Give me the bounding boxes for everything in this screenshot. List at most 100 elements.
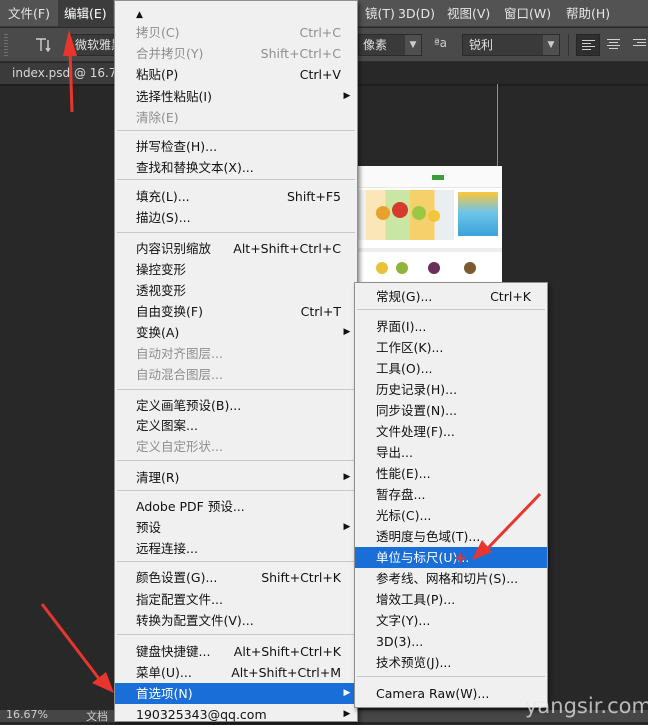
preferences-menu-item[interactable]: 参考线、网格和切片(S)... (355, 568, 547, 589)
align-center-icon[interactable] (602, 34, 626, 56)
menu-item-label: 清理(R) (136, 470, 180, 485)
menu-separator (117, 389, 355, 390)
font-family-select[interactable]: 微软雅黑 (68, 34, 116, 56)
edit-menu-item[interactable]: 首选项(N) ▶ (115, 683, 357, 704)
edit-menu-item[interactable]: 颜色设置(G)... Shift+Ctrl+K (115, 567, 357, 588)
preferences-menu-item[interactable]: 增效工具(P)... (355, 589, 547, 610)
preferences-menu-item[interactable]: 工具(O)... (355, 358, 547, 379)
menu-item-label: 暂存盘... (376, 487, 426, 502)
edit-menu-item[interactable]: 定义画笔预设(B)... (115, 395, 357, 416)
preferences-menu-item[interactable]: 常规(G)... Ctrl+K (355, 286, 547, 307)
edit-menu-item[interactable]: 操控变形 (115, 259, 357, 280)
menu-item-label: 转换为配置文件(V)... (136, 613, 254, 628)
edit-menu-item[interactable]: 键盘快捷键... Alt+Shift+Ctrl+K (115, 641, 357, 662)
menu-item-label: 定义自定形状... (136, 439, 223, 454)
watermark: yangsir.com (525, 694, 648, 718)
edit-menu-item[interactable]: 指定配置文件... (115, 589, 357, 610)
menu-item-label: ▲ (136, 10, 143, 20)
anti-alias-select[interactable]: 锐利 ▼ (462, 34, 560, 56)
divider (568, 34, 569, 56)
edit-menu-item[interactable]: 拼写检查(H)... (115, 136, 357, 157)
menu-item-label: 颜色设置(G)... (136, 570, 218, 585)
edit-menu-item[interactable]: 定义图案... (115, 415, 357, 436)
edit-menu-item[interactable]: 选择性粘贴(I) ▶ (115, 86, 357, 107)
menu-separator (117, 179, 355, 180)
menu-separator (357, 309, 545, 310)
edit-menu-item[interactable]: 内容识别缩放 Alt+Shift+Ctrl+C (115, 238, 357, 259)
menu-item-label: 常规(G)... (376, 289, 433, 304)
menu-item-label: 透明度与色域(T)... (376, 529, 481, 544)
edit-menu-item[interactable]: 变换(A) ▶ (115, 322, 357, 343)
menu-item-label: 查找和替换文本(X)... (136, 160, 254, 175)
edit-menu-item[interactable]: Adobe PDF 预设... (115, 496, 357, 517)
preferences-menu-item[interactable]: 单位与标尺(U)... (355, 547, 547, 568)
menu-shortcut: Alt+Shift+Ctrl+C (233, 241, 341, 256)
preferences-menu-item[interactable]: 技术预览(J)... (355, 652, 547, 673)
preferences-menu-item[interactable]: 工作区(K)... (355, 337, 547, 358)
edit-menu-item[interactable]: 菜单(U)... Alt+Shift+Ctrl+M (115, 662, 357, 683)
menu-shortcut: Ctrl+K (490, 289, 531, 304)
menu-item-label: 导出... (376, 445, 413, 460)
menu-3d[interactable]: 3D(D) (392, 0, 441, 27)
menu-separator (117, 561, 355, 562)
preferences-menu-item[interactable]: 性能(E)... (355, 463, 547, 484)
edit-menu-item[interactable]: 描边(S)... (115, 207, 357, 228)
menu-file[interactable]: 文件(F) (2, 0, 56, 27)
font-size-select[interactable]: 像素 ▼ (358, 34, 422, 56)
menu-separator (117, 130, 355, 131)
fruit-image (392, 202, 408, 218)
menu-item-label: 历史记录(H)... (376, 382, 458, 397)
menu-item-label: 指定配置文件... (136, 592, 223, 607)
menu-item-label: 填充(L)... (136, 189, 190, 204)
preferences-menu-item[interactable]: Camera Raw(W)... (355, 683, 547, 704)
preferences-menu-item[interactable]: 导出... (355, 442, 547, 463)
document-tab[interactable]: index.psd @ 16.7% (0, 63, 120, 84)
preferences-menu-item[interactable]: 3D(3)... (355, 631, 547, 652)
menu-edit[interactable]: 编辑(E) (58, 0, 113, 27)
product-row-thumb (356, 248, 502, 252)
edit-menu-item: 定义自定形状... (115, 436, 357, 457)
preferences-menu-item[interactable]: 文字(Y)... (355, 610, 547, 631)
menu-item-label: 自动对齐图层... (136, 346, 223, 361)
menu-item-label: 合并拷贝(Y) (136, 46, 204, 61)
edit-menu-item[interactable]: 转换为配置文件(V)... (115, 610, 357, 631)
zoom-level[interactable]: 16.67% (6, 708, 48, 721)
menu-view[interactable]: 视图(V) (441, 0, 496, 27)
edit-menu-item[interactable]: ▲ (115, 2, 357, 23)
menu-shortcut: Alt+Shift+Ctrl+M (231, 665, 341, 680)
menu-item-label: 拼写检查(H)... (136, 139, 218, 154)
preferences-menu-item[interactable]: 暂存盘... (355, 484, 547, 505)
preferences-menu-item[interactable]: 光标(C)... (355, 505, 547, 526)
menu-item-label: Adobe PDF 预设... (136, 499, 245, 514)
menu-window[interactable]: 窗口(W) (498, 0, 557, 27)
edit-menu-item[interactable]: 预设 ▶ (115, 517, 357, 538)
align-right-icon[interactable] (628, 34, 648, 56)
preferences-menu-item[interactable]: 透明度与色域(T)... (355, 526, 547, 547)
preferences-menu-item[interactable]: 历史记录(H)... (355, 379, 547, 400)
align-left-icon[interactable] (576, 34, 600, 56)
edit-menu-item: 拷贝(C) Ctrl+C (115, 22, 357, 43)
font-size-value: 像素 (363, 38, 388, 52)
menu-item-label: 界面(I)... (376, 319, 427, 334)
edit-menu-item[interactable]: 远程连接... (115, 538, 357, 559)
edit-menu-item[interactable]: 自由变换(F) Ctrl+T (115, 301, 357, 322)
menu-item-label: 操控变形 (136, 262, 187, 277)
side-banner-thumb (458, 192, 498, 236)
edit-menu-item[interactable]: 查找和替换文本(X)... (115, 157, 357, 178)
preferences-menu-item[interactable]: 界面(I)... (355, 316, 547, 337)
preferences-menu-item[interactable]: 同步设置(N)... (355, 400, 547, 421)
edit-menu-item[interactable]: 清理(R) ▶ (115, 467, 357, 488)
submenu-arrow-icon: ▶ (343, 91, 351, 101)
preferences-menu-item[interactable]: 文件处理(F)... (355, 421, 547, 442)
edit-menu-item[interactable]: 填充(L)... Shift+F5 (115, 186, 357, 207)
grip-handle[interactable] (4, 34, 8, 56)
menu-separator (117, 490, 355, 491)
menu-help[interactable]: 帮助(H) (560, 0, 616, 27)
document-canvas[interactable] (356, 166, 502, 286)
menu-item-label: 内容识别缩放 (136, 241, 212, 256)
vertical-type-icon[interactable] (32, 35, 54, 55)
edit-menu-item[interactable]: 粘贴(P) Ctrl+V (115, 64, 357, 85)
edit-menu-item[interactable]: 透视变形 (115, 280, 357, 301)
fruit-image (428, 262, 440, 274)
menu-item-label: 拷贝(C) (136, 25, 180, 40)
